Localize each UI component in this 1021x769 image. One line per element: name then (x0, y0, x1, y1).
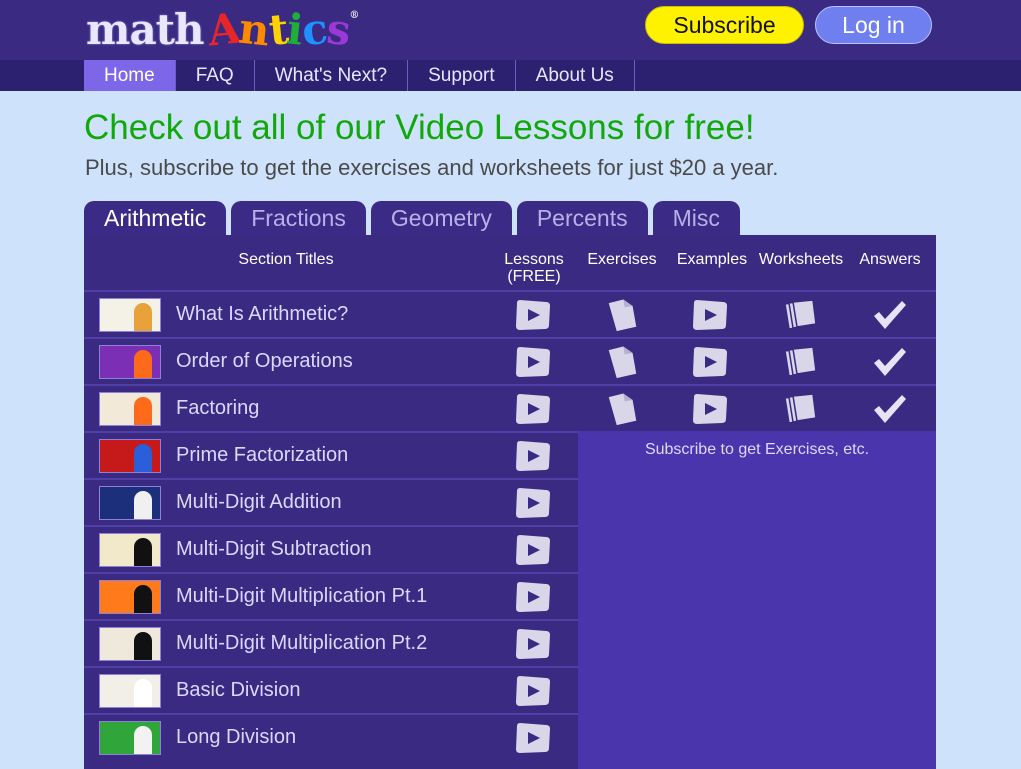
table-row[interactable]: Multi-Digit Multiplication Pt.1 (84, 572, 578, 618)
col-examples: Examples (676, 251, 748, 268)
play-video-icon[interactable] (513, 439, 553, 473)
play-video-icon[interactable] (513, 345, 553, 379)
col-answers: Answers (859, 251, 921, 268)
table-row[interactable]: Multi-Digit Multiplication Pt.2 (84, 619, 578, 665)
lesson-thumbnail[interactable] (99, 627, 161, 661)
page-subheadline: Plus, subscribe to get the exercises and… (85, 155, 779, 180)
table-row[interactable]: Long Division (84, 713, 578, 759)
lesson-thumbnail[interactable] (99, 439, 161, 473)
play-video-icon[interactable] (513, 627, 553, 661)
col-lessons-free: (FREE) (507, 268, 561, 285)
table-header: Section Titles Lessons (FREE) Exercises … (84, 235, 936, 290)
page-headline: Check out all of our Video Lessons for f… (84, 108, 755, 147)
nav-item-about-us[interactable]: About Us (516, 60, 635, 91)
lesson-thumbnail[interactable] (99, 533, 161, 567)
logo-antics-text: Antics (205, 3, 352, 56)
lesson-title[interactable]: Order of Operations (176, 339, 353, 383)
tab-misc[interactable]: Misc (652, 201, 740, 236)
lesson-title[interactable]: Multi-Digit Subtraction (176, 527, 372, 571)
subscribe-note: Subscribe to get Exercises, etc. (644, 441, 870, 458)
col-exercises: Exercises (587, 251, 657, 268)
play-video-icon[interactable] (513, 721, 553, 755)
top-bar: math Antics ® Subscribe Log in (0, 0, 1021, 60)
answers-check-icon[interactable] (869, 345, 909, 379)
lesson-thumbnail[interactable] (99, 298, 161, 332)
exercise-page-icon[interactable] (602, 345, 642, 379)
col-lessons-label: Lessons (504, 251, 564, 268)
tab-percents[interactable]: Percents (516, 201, 648, 236)
play-video-icon[interactable] (513, 486, 553, 520)
table-row[interactable]: Factoring (84, 384, 936, 430)
col-worksheets: Worksheets (758, 251, 844, 268)
lesson-thumbnail[interactable] (99, 486, 161, 520)
main-nav: Home FAQ What's Next? Support About Us (0, 60, 1021, 91)
tab-fractions[interactable]: Fractions (231, 201, 366, 236)
exercise-page-icon[interactable] (602, 298, 642, 332)
col-lessons: Lessons (FREE) (494, 251, 574, 285)
example-video-icon[interactable] (690, 298, 730, 332)
table-row[interactable]: Prime Factorization (84, 431, 578, 477)
lesson-title[interactable]: Long Division (176, 715, 296, 759)
tab-arithmetic[interactable]: Arithmetic (84, 201, 227, 236)
example-video-icon[interactable] (690, 392, 730, 426)
nav-item-support[interactable]: Support (408, 60, 516, 91)
lesson-thumbnail[interactable] (99, 674, 161, 708)
col-section-titles: Section Titles (238, 251, 334, 268)
table-row[interactable]: What Is Arithmetic? (84, 290, 936, 336)
exercise-page-icon[interactable] (602, 392, 642, 426)
play-video-icon[interactable] (513, 580, 553, 614)
lesson-thumbnail[interactable] (99, 345, 161, 379)
table-row[interactable]: Basic Division (84, 666, 578, 712)
table-row[interactable]: Order of Operations (84, 337, 936, 383)
worksheets-icon[interactable] (780, 345, 820, 379)
lesson-thumbnail[interactable] (99, 392, 161, 426)
play-video-icon[interactable] (513, 298, 553, 332)
play-video-icon[interactable] (513, 674, 553, 708)
lesson-title[interactable]: Multi-Digit Multiplication Pt.2 (176, 621, 427, 665)
subscribe-button[interactable]: Subscribe (645, 6, 804, 44)
login-button[interactable]: Log in (815, 6, 932, 44)
lesson-title[interactable]: Factoring (176, 386, 259, 430)
tab-geometry[interactable]: Geometry (370, 201, 512, 236)
worksheets-icon[interactable] (780, 298, 820, 332)
nav-item-faq[interactable]: FAQ (176, 60, 255, 91)
play-video-icon[interactable] (513, 533, 553, 567)
lesson-title[interactable]: Basic Division (176, 668, 300, 712)
table-row[interactable]: Multi-Digit Subtraction (84, 525, 578, 571)
play-video-icon[interactable] (513, 392, 553, 426)
topic-tabs: Arithmetic Fractions Geometry Percents Misc (84, 201, 740, 236)
lesson-title[interactable]: Multi-Digit Addition (176, 480, 342, 524)
answers-check-icon[interactable] (869, 392, 909, 426)
logo-math-text: math (86, 5, 205, 54)
lesson-title[interactable]: What Is Arithmetic? (176, 292, 348, 336)
lesson-thumbnail[interactable] (99, 580, 161, 614)
lessons-table: Section Titles Lessons (FREE) Exercises … (84, 235, 936, 769)
subscribe-panel: Subscribe to get Exercises, etc. (578, 431, 936, 769)
lesson-title[interactable]: Multi-Digit Multiplication Pt.1 (176, 574, 427, 618)
example-video-icon[interactable] (690, 345, 730, 379)
table-row[interactable]: Multi-Digit Addition (84, 478, 578, 524)
lesson-title[interactable]: Prime Factorization (176, 433, 348, 477)
lesson-thumbnail[interactable] (99, 721, 161, 755)
answers-check-icon[interactable] (869, 298, 909, 332)
nav-item-home[interactable]: Home (84, 60, 176, 91)
worksheets-icon[interactable] (780, 392, 820, 426)
nav-item-what-s-next[interactable]: What's Next? (255, 60, 409, 91)
math-antics-logo[interactable]: math Antics ® (86, 0, 359, 56)
